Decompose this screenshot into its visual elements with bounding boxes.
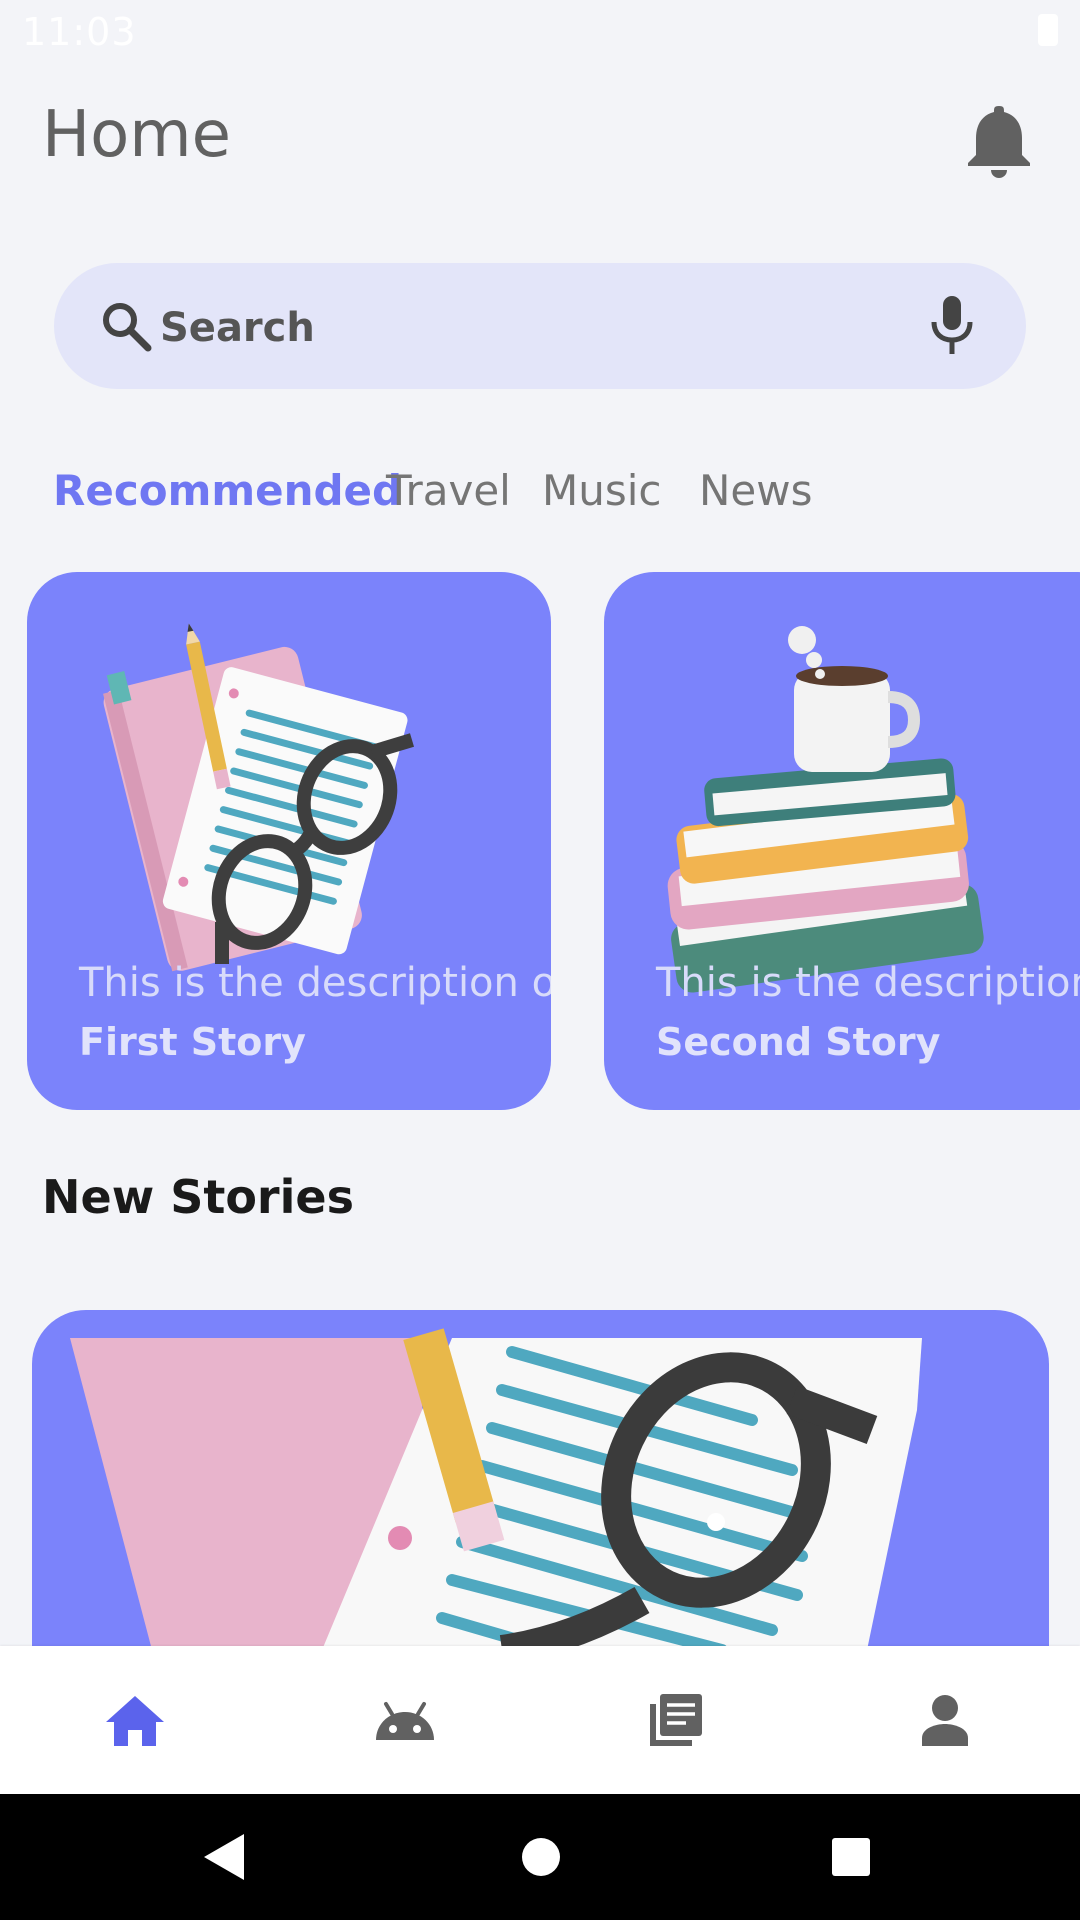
- tab-recommended[interactable]: Recommended: [53, 466, 402, 515]
- story-title: First Story: [79, 1020, 306, 1064]
- status-time: 11:03: [22, 10, 137, 54]
- person-icon: [922, 1695, 968, 1746]
- story-card-first[interactable]: This is the description of First Story: [27, 572, 551, 1110]
- nav-home[interactable]: [100, 1690, 170, 1750]
- back-icon[interactable]: [200, 1832, 250, 1882]
- home-icon: [106, 1696, 164, 1746]
- section-title: New Stories: [42, 1170, 354, 1224]
- battery-icon: [1038, 14, 1058, 46]
- nav-profile[interactable]: [910, 1690, 980, 1750]
- story-card-second[interactable]: This is the description Second Story: [604, 572, 1080, 1110]
- library-icon: [650, 1694, 702, 1746]
- notifications-button[interactable]: [964, 100, 1034, 180]
- story-title: Second Story: [656, 1020, 941, 1064]
- story-description: This is the description of: [79, 960, 551, 1006]
- tab-travel[interactable]: Travel: [386, 466, 511, 515]
- home-system-icon[interactable]: [520, 1836, 562, 1878]
- notebook-closeup-illustration: [70, 1328, 922, 1650]
- tab-news[interactable]: News: [699, 466, 813, 515]
- microphone-icon: [931, 296, 973, 354]
- nav-library[interactable]: [640, 1690, 710, 1750]
- search-input[interactable]: [160, 298, 880, 358]
- search-icon: [103, 303, 152, 352]
- tab-music[interactable]: Music: [542, 466, 662, 515]
- recents-icon[interactable]: [830, 1836, 872, 1878]
- new-story-card[interactable]: [32, 1310, 1049, 1650]
- story-description: This is the description: [656, 960, 1080, 1006]
- voice-search-button[interactable]: [922, 292, 982, 358]
- nav-android[interactable]: [370, 1690, 440, 1750]
- page-title: Home: [42, 98, 231, 172]
- android-icon: [376, 1702, 434, 1740]
- bell-icon: [968, 106, 1030, 178]
